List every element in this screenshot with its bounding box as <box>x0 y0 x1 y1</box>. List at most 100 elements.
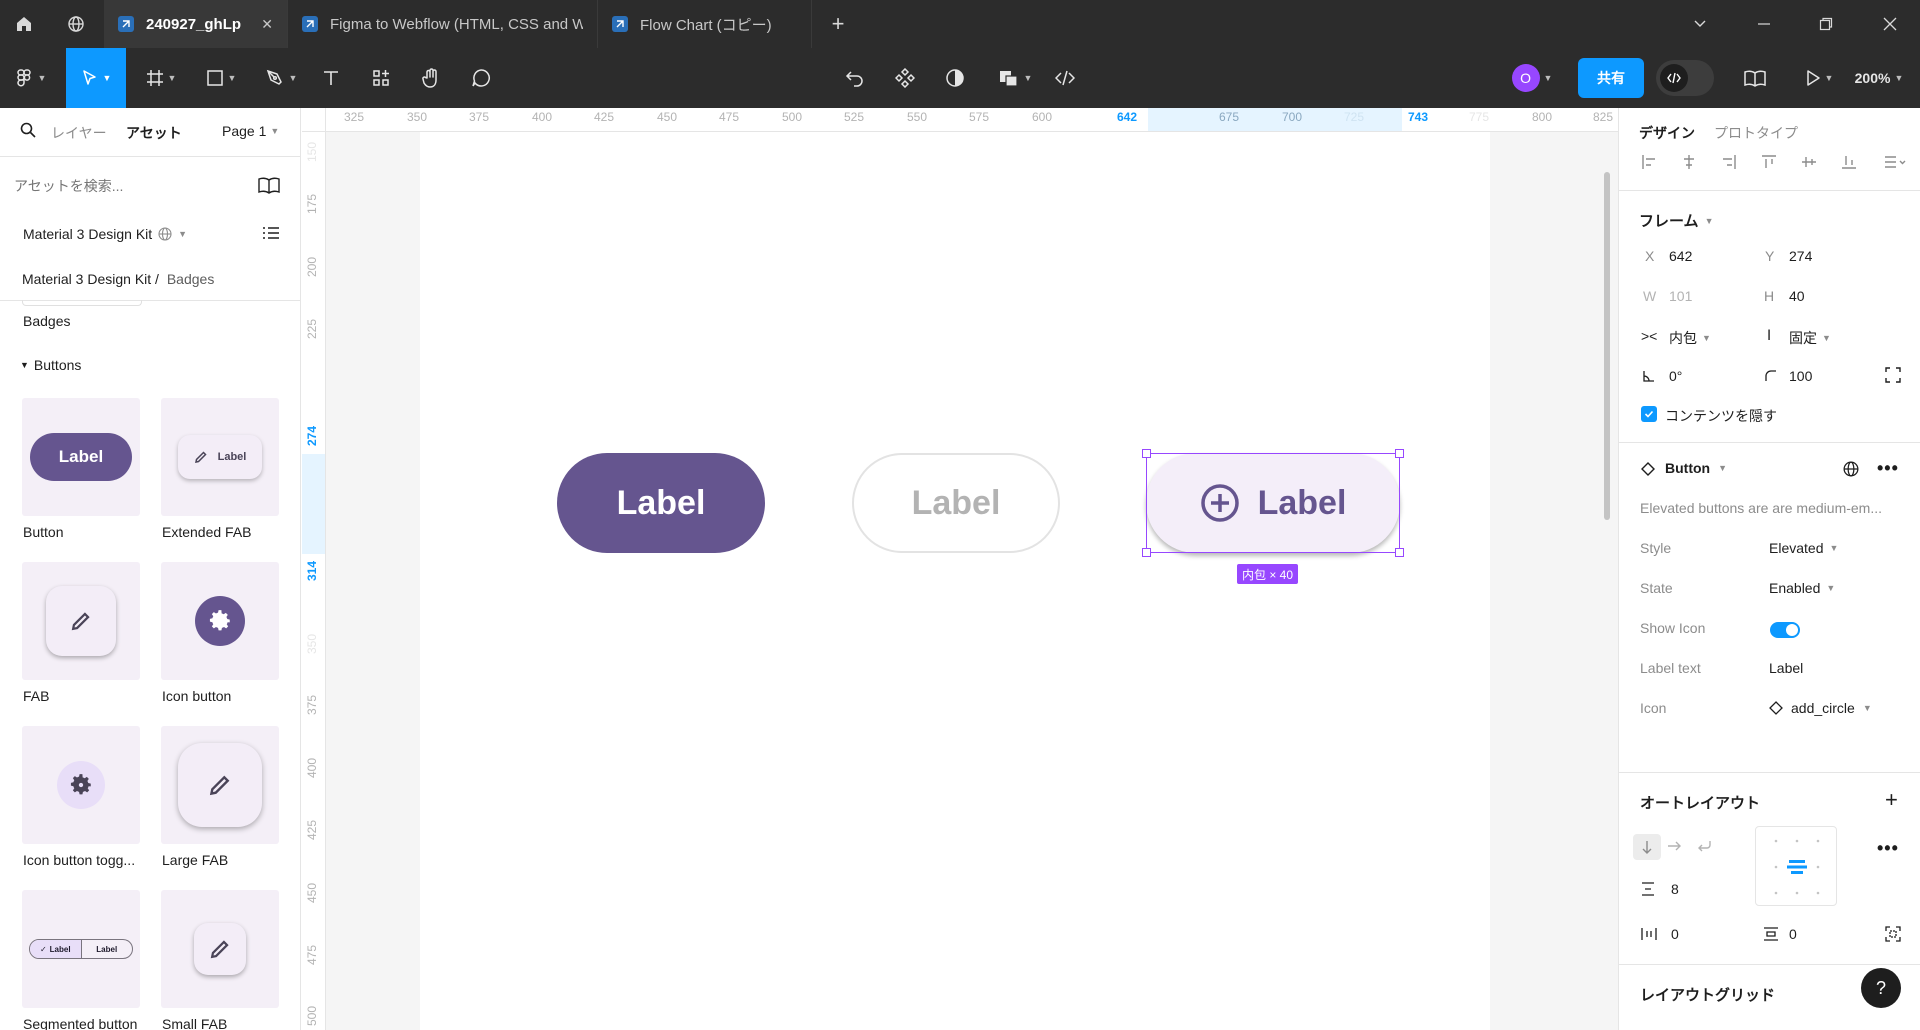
globe-icon[interactable] <box>1843 461 1859 477</box>
component-button[interactable] <box>888 48 922 108</box>
main-menu-button[interactable]: ▼ <box>6 48 56 108</box>
tab-layers[interactable]: レイヤー <box>51 123 107 143</box>
canvas-frame[interactable]: Label Label Label 内包 × 40 <box>420 132 1490 1030</box>
align-top-icon[interactable] <box>1755 148 1783 176</box>
hand-tool-button[interactable] <box>414 48 448 108</box>
home-icon[interactable] <box>0 0 48 48</box>
w-input[interactable]: 101 <box>1669 288 1692 304</box>
library-button[interactable] <box>1738 48 1772 108</box>
tab-flow-chart[interactable]: Flow Chart (コピー) <box>598 0 812 48</box>
user-menu[interactable]: O ▼ <box>1504 48 1560 108</box>
independent-corners-icon[interactable] <box>1885 367 1901 383</box>
distribute-icon[interactable] <box>1875 148 1915 176</box>
gap-input[interactable]: 8 <box>1671 881 1679 897</box>
restore-icon[interactable] <box>1802 0 1850 48</box>
dev-mode-button[interactable] <box>1048 48 1082 108</box>
list-view-icon[interactable] <box>262 224 280 242</box>
asset-icon-button-toggle[interactable] <box>22 726 140 844</box>
corner-radius-input[interactable]: 100 <box>1789 368 1812 384</box>
asset-large-fab[interactable] <box>161 726 279 844</box>
canvas-outlined-button[interactable]: Label <box>852 453 1060 553</box>
asset-search-input[interactable] <box>14 170 244 202</box>
label-text-input[interactable]: Label <box>1769 660 1803 676</box>
canvas-elevated-button[interactable]: Label <box>1146 453 1400 553</box>
move-tool-button[interactable]: ▼ <box>66 48 126 108</box>
comment-tool-button[interactable] <box>464 48 498 108</box>
asset-small-fab[interactable] <box>161 890 279 1008</box>
section-label-badges[interactable]: Badges <box>23 313 70 329</box>
asset-button[interactable]: Label <box>22 398 140 516</box>
align-center-v-icon[interactable] <box>1795 148 1823 176</box>
arrow-right-icon[interactable] <box>1667 840 1681 852</box>
chevron-down-icon[interactable] <box>1676 0 1724 48</box>
align-right-icon[interactable] <box>1715 148 1743 176</box>
text-tool-button[interactable] <box>314 48 348 108</box>
tab-design[interactable]: デザイン <box>1639 123 1695 143</box>
icon-instance-select[interactable]: add_circle ▼ <box>1769 700 1872 716</box>
asset-fab[interactable] <box>22 562 140 680</box>
share-button[interactable]: 共有 <box>1578 58 1644 98</box>
dev-mode-toggle[interactable] <box>1656 60 1714 96</box>
add-autolayout-icon[interactable]: + <box>1885 789 1898 811</box>
shape-tool-button[interactable]: ▼ <box>196 48 246 108</box>
asset-icon-button[interactable] <box>161 562 279 680</box>
more-options-icon[interactable]: ••• <box>1877 838 1899 859</box>
align-left-icon[interactable] <box>1635 148 1663 176</box>
padding-vertical-input[interactable]: 0 <box>1789 926 1797 942</box>
h-input[interactable]: 40 <box>1789 288 1805 304</box>
tab-prototype[interactable]: プロトタイプ <box>1714 123 1798 143</box>
search-icon[interactable] <box>20 122 36 138</box>
present-button[interactable]: ▼ <box>1796 48 1842 108</box>
globe-icon[interactable] <box>52 0 100 48</box>
align-bottom-icon[interactable] <box>1835 148 1863 176</box>
direction-vertical-button[interactable] <box>1633 834 1661 860</box>
zoom-menu[interactable]: 200% ▼ <box>1846 48 1912 108</box>
wrap-icon[interactable] <box>1697 839 1711 853</box>
breadcrumb-root[interactable]: Material 3 Design Kit / <box>22 271 159 287</box>
resize-handle[interactable] <box>1142 449 1151 458</box>
canvas-scrollbar[interactable] <box>1604 172 1610 520</box>
resize-handle[interactable] <box>1395 449 1404 458</box>
alignment-grid[interactable] <box>1755 826 1837 906</box>
more-options-icon[interactable]: ••• <box>1877 458 1899 479</box>
vertical-sizing-select[interactable]: 固定 ▼ <box>1789 328 1831 348</box>
page-selector[interactable]: Page 1 ▼ <box>222 123 279 139</box>
chevron-down-icon: ▼ <box>270 126 280 136</box>
clip-content-checkbox[interactable] <box>1641 406 1657 422</box>
state-select[interactable]: Enabled ▼ <box>1769 580 1835 596</box>
mask-button[interactable] <box>938 48 972 108</box>
tab-assets[interactable]: アセット <box>126 123 182 143</box>
canvas[interactable]: Label Label Label 内包 × 40 <box>326 132 1618 1030</box>
individual-padding-icon[interactable] <box>1885 926 1901 942</box>
tab-figma-to-webflow[interactable]: Figma to Webflow (HTML, CSS and W <box>288 0 598 48</box>
component-name-select[interactable]: Button ▼ <box>1665 460 1727 476</box>
library-selector[interactable]: Material 3 Design Kit ▼ <box>23 226 187 242</box>
resize-handle[interactable] <box>1395 548 1404 557</box>
minimize-icon[interactable] <box>1740 0 1788 48</box>
section-buttons-header[interactable]: ▼ Buttons <box>20 357 81 373</box>
canvas-filled-button[interactable]: Label <box>557 453 765 553</box>
create-component-button[interactable] <box>838 48 872 108</box>
new-tab-button[interactable]: + <box>814 0 862 48</box>
align-center-h-icon[interactable] <box>1675 148 1703 176</box>
resize-handle[interactable] <box>1142 548 1151 557</box>
asset-extended-fab[interactable]: Label <box>161 398 279 516</box>
y-input[interactable]: 274 <box>1789 248 1812 264</box>
style-select[interactable]: Elevated ▼ <box>1769 540 1838 556</box>
asset-segmented-button[interactable]: ✓ Label Label <box>22 890 140 1008</box>
tab-240927-ghlp[interactable]: 240927_ghLp ✕ <box>104 0 288 48</box>
rotation-input[interactable]: 0° <box>1669 368 1682 384</box>
resources-button[interactable] <box>364 48 398 108</box>
frame-section-header[interactable]: フレーム ▼ <box>1639 210 1713 231</box>
show-icon-toggle[interactable] <box>1770 622 1800 638</box>
x-input[interactable]: 642 <box>1669 248 1692 264</box>
padding-horizontal-input[interactable]: 0 <box>1671 926 1679 942</box>
frame-tool-button[interactable]: ▼ <box>138 48 184 108</box>
close-tab-icon[interactable]: ✕ <box>261 16 273 33</box>
horizontal-sizing-select[interactable]: 内包 ▼ <box>1669 328 1711 348</box>
library-icon[interactable] <box>258 176 280 194</box>
boolean-button[interactable]: ▼ <box>990 48 1040 108</box>
pen-tool-button[interactable]: ▼ <box>258 48 304 108</box>
help-button[interactable]: ? <box>1861 968 1901 1008</box>
close-window-icon[interactable] <box>1866 0 1914 48</box>
